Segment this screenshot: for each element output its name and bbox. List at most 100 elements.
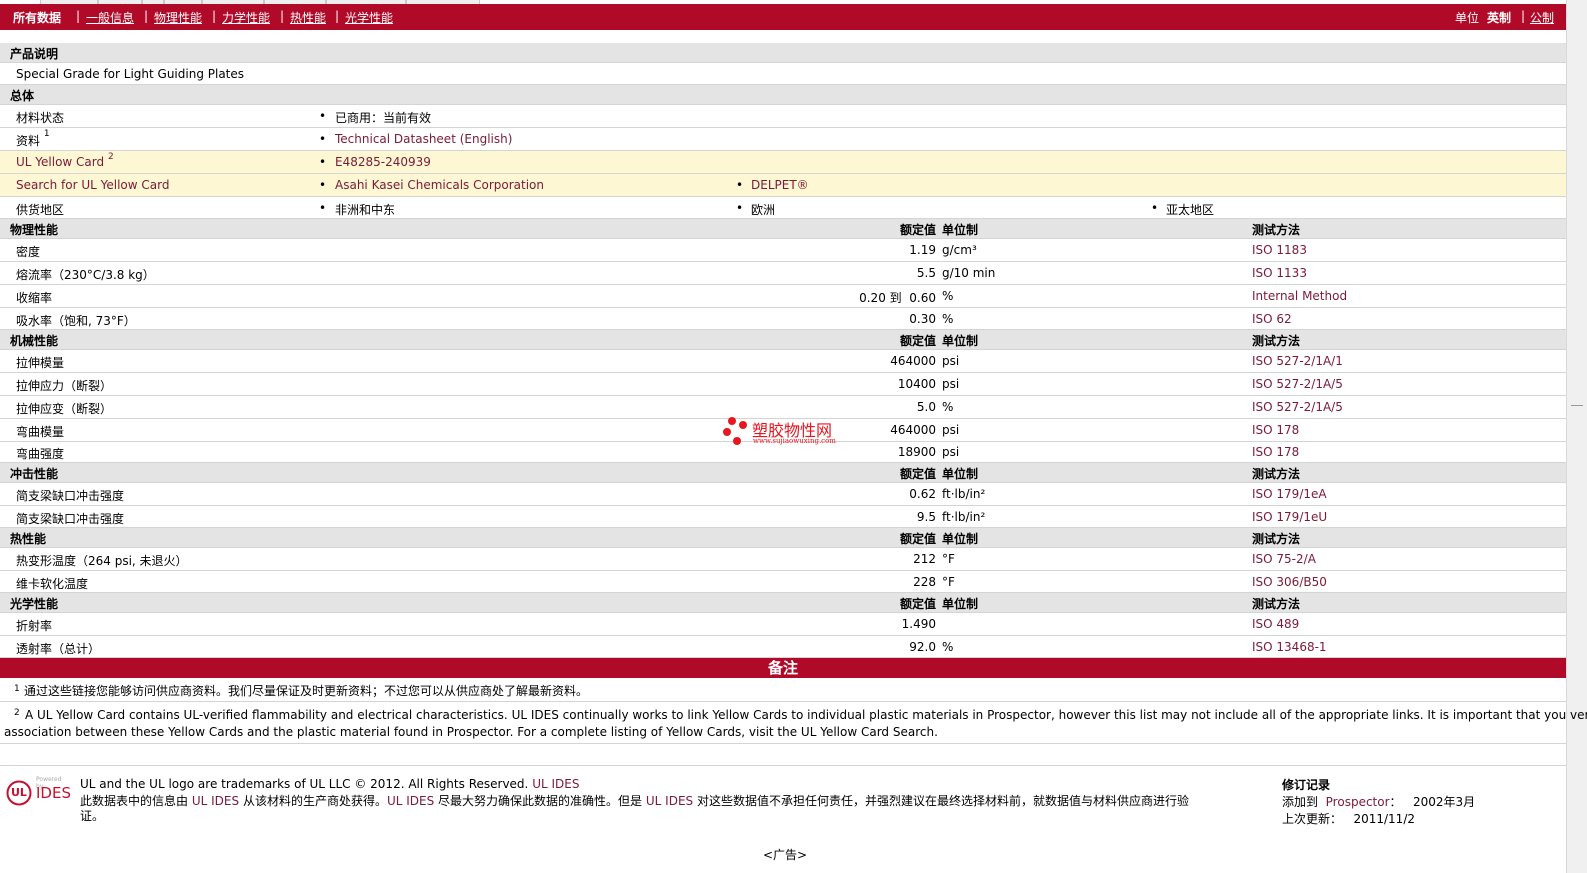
ul-ides-link[interactable]: UL IDES	[387, 794, 434, 808]
property-label: 折射率	[16, 619, 53, 633]
bullet: •	[319, 132, 327, 146]
yellow-card-link[interactable]: E48285-240939	[335, 155, 431, 169]
added-sep: ：	[1389, 795, 1402, 809]
units-imperial[interactable]: 英制	[1487, 9, 1511, 26]
test-method-link[interactable]: ISO 527-2/1A/5	[1252, 400, 1343, 414]
col-header-method: 测试方法	[1252, 334, 1301, 348]
property-unit: psi	[942, 445, 960, 459]
property-label: 简支梁缺口冲击强度	[16, 489, 125, 503]
nav-thermal[interactable]: 热性能	[290, 9, 326, 26]
general-row-ul-yellow-card: UL Yellow Card 2 • E48285-240939	[0, 151, 1566, 174]
test-method-link[interactable]: ISO 527-2/1A/5	[1252, 377, 1343, 391]
property-unit: %	[942, 400, 954, 414]
updated-label: 上次更新：	[1282, 812, 1343, 826]
property-row: 收缩率 0.20 到 0.60 % Internal Method	[0, 285, 1566, 308]
nav-mechanical[interactable]: 力学性能	[222, 9, 270, 26]
row-label[interactable]: UL Yellow Card 2	[16, 152, 114, 169]
test-method-link[interactable]: ISO 306/B50	[1252, 575, 1327, 589]
property-value: 228	[913, 575, 936, 589]
vertical-scrollbar[interactable]	[1566, 0, 1587, 873]
test-method-link[interactable]: ISO 75-2/A	[1252, 552, 1316, 566]
general-row: 材料状态 • 已商用：当前有效	[0, 105, 1566, 128]
section-impact: 冲击性能 额定值 单位制 测试方法	[0, 463, 1566, 483]
section-title: 冲击性能	[10, 467, 59, 481]
ul-ides-logo[interactable]: Powered by UL IDES	[6, 776, 71, 808]
test-method-link[interactable]: ISO 179/1eU	[1252, 510, 1327, 524]
units-label: 单位	[1455, 11, 1480, 25]
section-mechanical: 机械性能 额定值 单位制 测试方法	[0, 330, 1566, 350]
col-header-method: 测试方法	[1252, 223, 1301, 237]
col-header-unit: 单位制	[942, 223, 979, 237]
col-header-unit: 单位制	[942, 467, 979, 481]
footnote-2: 2 A UL Yellow Card contains UL-verified …	[0, 702, 1587, 744]
footnote-ref[interactable]: 1	[44, 129, 50, 139]
test-method-link[interactable]: ISO 527-2/1A/1	[1252, 354, 1343, 368]
row-label: 供货地区	[16, 203, 65, 217]
property-value: 0.30	[909, 312, 936, 326]
general-row-search-yellow-card: Search for UL Yellow Card • Asahi Kasei …	[0, 174, 1566, 197]
property-label: 弯曲强度	[16, 447, 65, 461]
technical-datasheet-link[interactable]: Technical Datasheet (English)	[335, 132, 512, 146]
test-method-link[interactable]: ISO 13468-1	[1252, 640, 1327, 654]
property-row: 拉伸模量 464000 psi ISO 527-2/1A/1	[0, 350, 1566, 373]
col-header-nominal: 额定值	[899, 334, 936, 348]
revision-updated: 上次更新： 2011/11/2	[1282, 810, 1415, 827]
section-thermal: 热性能 额定值 单位制 测试方法	[0, 528, 1566, 548]
property-label: 熔流率（230°C/3.8 kg）	[16, 268, 155, 282]
region-value: 非洲和中东	[335, 203, 396, 217]
prospector-link[interactable]: Prospector	[1326, 795, 1390, 809]
property-unit: °F	[942, 552, 955, 566]
section-title: 热性能	[10, 532, 47, 546]
updated-date: 2011/11/2	[1353, 812, 1415, 826]
product-description-row: Special Grade for Light Guiding Plates	[0, 63, 1566, 85]
property-row: 拉伸应力（断裂） 10400 psi ISO 527-2/1A/5	[0, 373, 1566, 396]
property-label: 吸水率（饱和, 73°F）	[16, 314, 136, 328]
property-value: 212	[913, 552, 936, 566]
region-value: 欧洲	[751, 203, 776, 217]
footnote-1: 1 通过这些链接您能够访问供应商资料。我们尽量保证及时更新资料；不过您可以从供应…	[0, 678, 1566, 702]
test-method-link[interactable]: ISO 62	[1252, 312, 1292, 326]
section-title: 物理性能	[10, 223, 59, 237]
property-row: 折射率 1.490 ISO 489	[0, 613, 1566, 636]
footnote-ref[interactable]: 2	[108, 152, 114, 162]
nav-all-data[interactable]: 所有数据	[13, 9, 61, 26]
ul-ides-link[interactable]: UL IDES	[192, 794, 239, 808]
ul-ides-link[interactable]: UL IDES	[532, 777, 579, 791]
property-label: 简支梁缺口冲击强度	[16, 512, 125, 526]
row-label-text[interactable]: UL Yellow Card	[16, 155, 104, 169]
trade-name-link[interactable]: DELPET®	[751, 178, 809, 192]
test-method-link[interactable]: ISO 1133	[1252, 266, 1307, 280]
test-method-link[interactable]: ISO 179/1eA	[1252, 487, 1327, 501]
test-method-link[interactable]: ISO 489	[1252, 617, 1299, 631]
property-row: 简支梁缺口冲击强度 9.5 ft·lb/in² ISO 179/1eU	[0, 506, 1566, 528]
logo-ides-text: IDES	[36, 784, 71, 802]
disclaimer-text: 尽最大努力确保此数据的准确性。但是	[438, 794, 643, 808]
ul-ides-link[interactable]: UL IDES	[646, 794, 693, 808]
row-label[interactable]: Search for UL Yellow Card	[16, 178, 169, 192]
revision-title: 修订记录	[1282, 778, 1331, 792]
watermark-dots-icon	[723, 417, 747, 445]
units-metric[interactable]: 公制	[1530, 9, 1554, 26]
test-method-link[interactable]: ISO 1183	[1252, 243, 1307, 257]
bullet: •	[319, 109, 327, 123]
col-header-nominal: 额定值	[899, 467, 936, 481]
test-method-link[interactable]: Internal Method	[1252, 289, 1347, 303]
property-value: 5.0	[916, 400, 936, 414]
section-optical: 光学性能 额定值 单位制 测试方法	[0, 593, 1566, 613]
scroll-grip[interactable]	[1571, 405, 1583, 414]
test-method-link[interactable]: ISO 178	[1252, 423, 1299, 437]
nav-general-info[interactable]: 一般信息	[86, 9, 134, 26]
property-value: 9.5	[916, 510, 936, 524]
property-label: 透射率（总计）	[16, 642, 101, 656]
bullet: •	[319, 178, 327, 192]
section-title: 总体	[10, 89, 35, 103]
col-header-unit: 单位制	[942, 597, 979, 611]
property-row: 透射率（总计） 92.0 % ISO 13468-1	[0, 636, 1566, 658]
footnote-text-line1: A UL Yellow Card contains UL-verified fl…	[25, 708, 1587, 722]
nav-optical[interactable]: 光学性能	[345, 9, 393, 26]
section-title: 机械性能	[10, 334, 59, 348]
nav-physical[interactable]: 物理性能	[154, 9, 202, 26]
test-method-link[interactable]: ISO 178	[1252, 445, 1299, 459]
watermark-logo: 塑胶物性网 www.sujiaowuxing.com	[722, 415, 852, 449]
manufacturer-link[interactable]: Asahi Kasei Chemicals Corporation	[335, 178, 544, 192]
